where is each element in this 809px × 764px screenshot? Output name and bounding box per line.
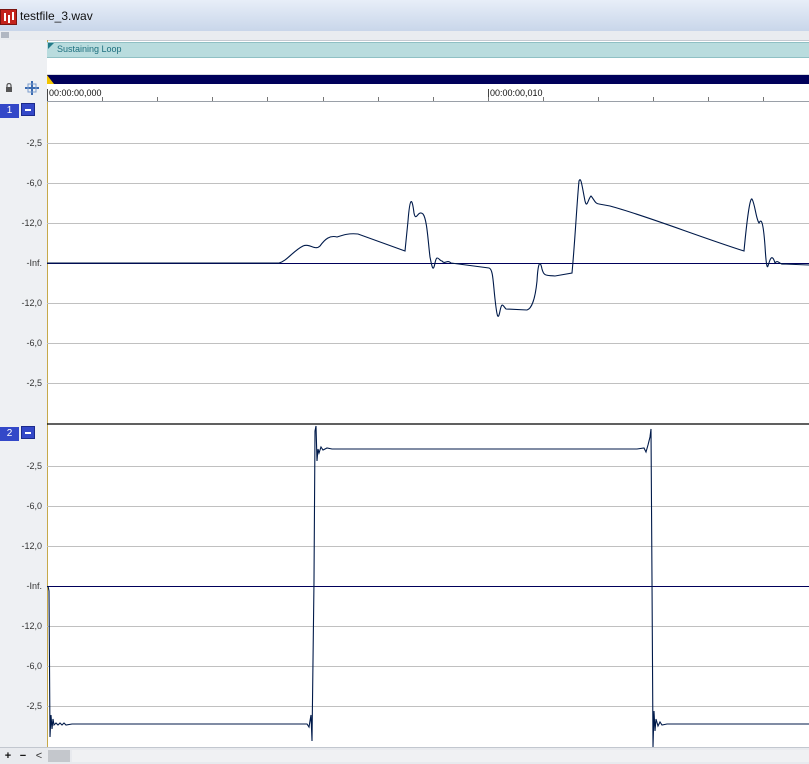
window-title: testfile_3.wav xyxy=(20,9,93,23)
db-label: -12,0 xyxy=(21,621,42,631)
toolstrip-grip[interactable] xyxy=(1,32,9,38)
time-ruler[interactable]: 00:00:00,000 00:00:00,010 xyxy=(47,84,809,102)
db-label: -Inf. xyxy=(26,258,42,268)
db-label: -12,0 xyxy=(21,298,42,308)
db-label: -2,5 xyxy=(26,461,42,471)
minimize-icon[interactable] xyxy=(21,103,35,116)
plus-icon[interactable]: + xyxy=(1,749,15,763)
title-bar: testfile_3.wav xyxy=(0,0,809,32)
minus-icon[interactable]: − xyxy=(16,749,30,763)
minimize-icon[interactable] xyxy=(21,426,35,439)
horizontal-scroll-thumb[interactable] xyxy=(48,750,70,762)
db-label: -6,0 xyxy=(26,338,42,348)
channel-1-waveform xyxy=(47,179,809,317)
snap-icon[interactable] xyxy=(24,81,40,95)
marker-strip[interactable] xyxy=(47,58,809,75)
db-label: -6,0 xyxy=(26,501,42,511)
waveform-display[interactable] xyxy=(47,101,809,747)
toolstrip xyxy=(0,31,809,41)
bottom-scroll-bar: + − < xyxy=(0,747,809,764)
horizontal-scroll-track[interactable] xyxy=(72,750,809,762)
db-label: -12,0 xyxy=(21,541,42,551)
db-label: -Inf. xyxy=(26,581,42,591)
chevron-left-icon[interactable]: < xyxy=(33,749,45,763)
db-label: -2,5 xyxy=(26,378,42,388)
region-flag-icon[interactable] xyxy=(48,43,54,49)
wave-editor-app-icon xyxy=(0,9,17,25)
ruler-label-start: 00:00:00,000 xyxy=(49,88,102,98)
db-label: -2,5 xyxy=(26,138,42,148)
ruler-label-mid: 00:00:00,010 xyxy=(490,88,543,98)
channel-1-badge[interactable]: 1 xyxy=(0,104,19,118)
channel-2-badge[interactable]: 2 xyxy=(0,427,19,441)
db-label: -12,0 xyxy=(21,218,42,228)
ruler-major-tick xyxy=(47,89,48,101)
db-label: -6,0 xyxy=(26,661,42,671)
db-label: -2,5 xyxy=(26,701,42,711)
play-cursor-marker[interactable] xyxy=(47,75,54,84)
region-bar[interactable]: Sustaining Loop xyxy=(47,42,809,58)
region-label[interactable]: Sustaining Loop xyxy=(57,44,122,54)
navigation-bar[interactable] xyxy=(47,75,809,84)
lock-icon[interactable] xyxy=(5,83,13,92)
db-label: -6,0 xyxy=(26,178,42,188)
